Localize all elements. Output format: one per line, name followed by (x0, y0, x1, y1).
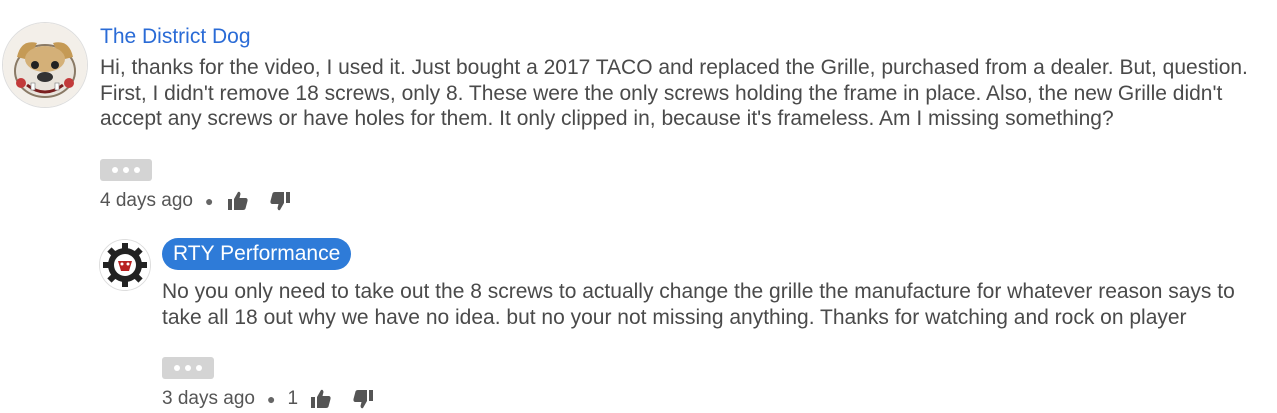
avatar[interactable] (2, 22, 88, 108)
thumbs-down-icon[interactable] (350, 386, 376, 412)
like-count: 1 (287, 388, 299, 409)
gear-logo-avatar-icon (100, 240, 150, 290)
more-dot (112, 167, 118, 173)
thumbs-up-icon[interactable] (225, 188, 251, 214)
comment-author[interactable]: The District Dog (100, 24, 251, 50)
thumbs-down-icon[interactable] (267, 188, 293, 214)
more-options-button[interactable] (162, 357, 214, 379)
comment-timestamp: 4 days ago (100, 190, 193, 211)
comment-author-badge[interactable]: RTY Performance (162, 238, 352, 270)
comment: The District Dog Hi, thanks for the vide… (0, 0, 1277, 225)
more-dot (196, 365, 202, 371)
separator-dot: ● (204, 193, 214, 209)
reply-comment: RTY Performance No you only need to take… (0, 225, 1277, 413)
comment-text: Hi, thanks for the video, I used it. Jus… (100, 56, 1248, 130)
comment-meta: 4 days ago ● (100, 187, 293, 215)
comment-timestamp: 3 days ago (162, 388, 255, 409)
comment-meta: 3 days ago ● 1 (162, 385, 376, 413)
bulldog-avatar-icon (3, 23, 87, 107)
avatar[interactable] (99, 239, 151, 291)
separator-dot: ● (266, 391, 276, 407)
more-dot (174, 365, 180, 371)
more-dot (123, 167, 129, 173)
comment-text: No you only need to take out the 8 screw… (162, 280, 1235, 329)
more-options-button[interactable] (100, 159, 152, 181)
thumbs-up-icon[interactable] (308, 386, 334, 412)
more-dot (185, 365, 191, 371)
more-dot (134, 167, 140, 173)
